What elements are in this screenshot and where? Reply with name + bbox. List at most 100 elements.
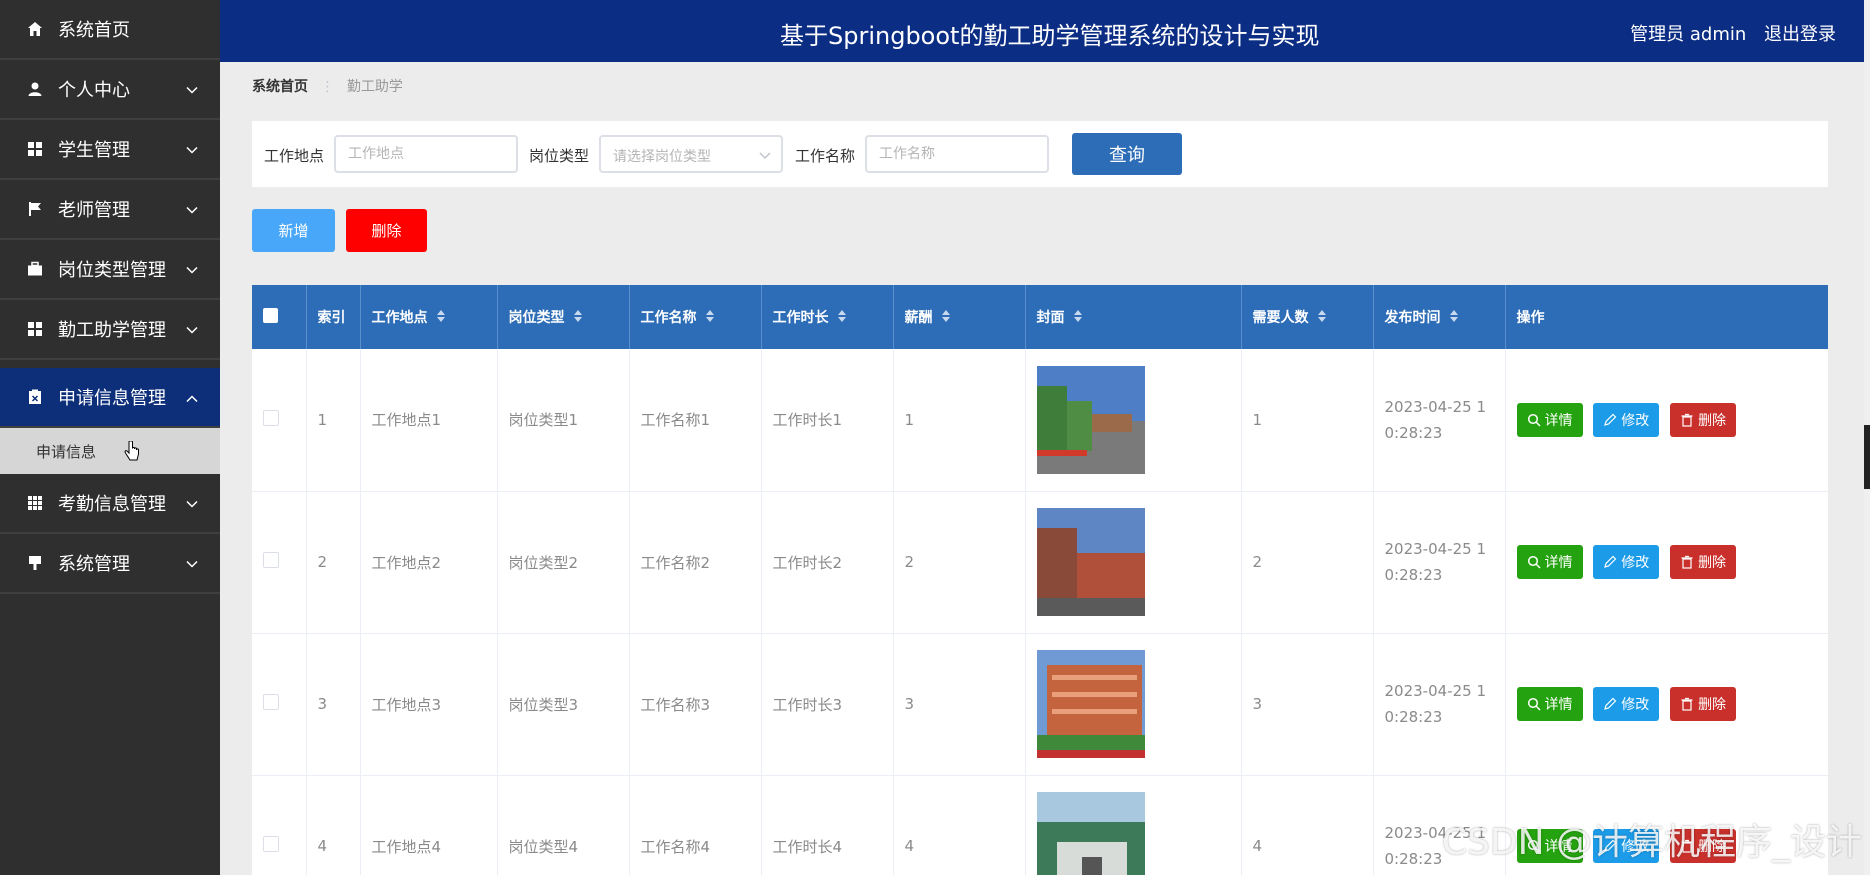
sidebar-item-teachers[interactable]: 老师管理	[0, 180, 220, 240]
delete-button[interactable]: 删除	[1670, 402, 1737, 437]
chevron-up-icon	[186, 387, 198, 408]
row-checkbox[interactable]	[263, 409, 279, 426]
edit-button[interactable]: 修改	[1593, 402, 1660, 437]
select-all-cell[interactable]	[252, 285, 307, 349]
sidebar-item-label: 学生管理	[58, 140, 130, 161]
cover-image[interactable]	[1036, 650, 1145, 758]
edit-icon	[1604, 413, 1617, 426]
sort-icon[interactable]	[705, 309, 715, 327]
cell-publish-time-cont: 0:28:23	[1384, 423, 1443, 442]
edit-button[interactable]: 修改	[1593, 545, 1660, 579]
cell-duration: 工作时长2	[761, 491, 894, 634]
detail-button[interactable]: 详情	[1516, 402, 1583, 437]
col-publish-time[interactable]: 发布时间	[1373, 285, 1506, 349]
flag-icon	[26, 200, 44, 218]
detail-button[interactable]: 详情	[1516, 545, 1583, 579]
sidebar-item-home[interactable]: 系统首页	[0, 0, 220, 60]
sidebar-item-label: 系统管理	[58, 554, 130, 575]
sort-icon[interactable]	[436, 309, 446, 327]
query-button[interactable]: 查询	[1072, 133, 1182, 175]
edit-icon	[1604, 697, 1617, 710]
header-bar: 基于Springboot的勤工助学管理系统的设计与实现 管理员 admin 退出…	[220, 0, 1864, 62]
cell-index: 1	[306, 349, 361, 492]
cell-location: 工作地点2	[360, 491, 498, 634]
job-name-input[interactable]	[865, 135, 1049, 173]
current-user: 管理员 admin	[1630, 24, 1747, 45]
job-name-label: 工作名称	[795, 147, 856, 165]
cell-people: 3	[1241, 633, 1374, 776]
cell-index: 4	[306, 775, 361, 875]
cell-publish-time: 2023-04-25 1	[1384, 540, 1486, 558]
sort-icon[interactable]	[1317, 309, 1327, 327]
row-checkbox[interactable]	[263, 552, 279, 568]
chevron-down-icon	[759, 147, 771, 166]
cell-index: 3	[306, 633, 361, 776]
cell-people: 4	[1241, 775, 1374, 875]
search-icon	[1527, 413, 1541, 427]
add-button[interactable]: 新增	[252, 209, 335, 252]
cover-image[interactable]	[1036, 365, 1145, 474]
sort-icon[interactable]	[573, 309, 583, 327]
sidebar-item-work-study[interactable]: 勤工助学管理	[0, 300, 220, 360]
cover-image[interactable]	[1036, 792, 1145, 875]
batch-delete-button[interactable]: 删除	[346, 209, 427, 252]
chevron-down-icon	[186, 553, 198, 574]
pin-icon	[26, 554, 44, 572]
edit-button[interactable]: 修改	[1593, 687, 1660, 721]
chevron-down-icon	[186, 493, 198, 514]
chevron-down-icon	[186, 139, 198, 160]
sort-icon[interactable]	[837, 309, 847, 327]
search-icon	[1527, 697, 1541, 711]
cell-job-name: 工作名称4	[629, 775, 762, 875]
sidebar-item-job-types[interactable]: 岗位类型管理	[0, 240, 220, 300]
cell-location: 工作地点4	[360, 775, 498, 875]
sidebar-item-system[interactable]: 系统管理	[0, 534, 220, 594]
col-operations: 操作	[1505, 285, 1828, 349]
breadcrumb: 系统首页 ⋮ 勤工助学	[252, 76, 403, 96]
vertical-scrollbar[interactable]	[1864, 0, 1870, 875]
row-checkbox[interactable]	[263, 836, 279, 852]
job-type-select[interactable]: 请选择岗位类型	[599, 135, 783, 173]
col-location[interactable]: 工作地点	[360, 285, 498, 349]
sidebar-item-applications[interactable]: 申请信息管理	[0, 368, 220, 428]
col-salary[interactable]: 薪酬	[893, 285, 1026, 349]
col-people[interactable]: 需要人数	[1241, 285, 1374, 349]
cell-job-name: 工作名称1	[629, 349, 762, 492]
pointer-cursor-icon	[124, 440, 140, 467]
chevron-down-icon	[186, 199, 198, 220]
home-icon	[26, 20, 44, 38]
delete-button[interactable]: 删除	[1670, 687, 1737, 721]
cover-image[interactable]	[1036, 508, 1145, 616]
select-all-checkbox[interactable]	[263, 307, 278, 323]
col-job-type[interactable]: 岗位类型	[497, 285, 630, 349]
chevron-down-icon	[186, 259, 198, 280]
sidebar-item-label: 考勤信息管理	[58, 494, 166, 515]
trash-icon	[1681, 697, 1693, 711]
submenu-item-applications[interactable]: 申请信息	[0, 428, 220, 474]
sidebar-item-label: 岗位类型管理	[58, 260, 166, 281]
sidebar-item-personal[interactable]: 个人中心	[0, 60, 220, 120]
row-checkbox[interactable]	[263, 694, 279, 710]
location-input[interactable]	[334, 135, 518, 173]
sort-icon[interactable]	[941, 309, 951, 327]
trash-icon	[1681, 555, 1693, 569]
sort-icon[interactable]	[1449, 309, 1459, 327]
cell-job-type: 岗位类型1	[497, 349, 630, 492]
sort-icon[interactable]	[1073, 309, 1083, 327]
scrollbar-thumb[interactable]	[1864, 425, 1870, 489]
sidebar-item-attendance[interactable]: 考勤信息管理	[0, 474, 220, 534]
cell-job-type: 岗位类型2	[497, 491, 630, 634]
col-duration[interactable]: 工作时长	[761, 285, 894, 349]
col-cover[interactable]: 封面	[1025, 285, 1242, 349]
delete-button[interactable]: 删除	[1670, 545, 1737, 579]
cell-publish-time: 2023-04-25 1	[1384, 682, 1486, 700]
col-job-name[interactable]: 工作名称	[629, 285, 762, 349]
logout-link[interactable]: 退出登录	[1764, 24, 1836, 45]
sidebar-item-label: 申请信息管理	[58, 388, 166, 409]
breadcrumb-home[interactable]: 系统首页	[252, 79, 308, 95]
trash-icon	[1681, 413, 1693, 427]
sidebar-item-students[interactable]: 学生管理	[0, 120, 220, 180]
sidebar-item-label: 老师管理	[58, 200, 130, 221]
cell-job-type: 岗位类型3	[497, 633, 630, 776]
detail-button[interactable]: 详情	[1516, 687, 1583, 721]
